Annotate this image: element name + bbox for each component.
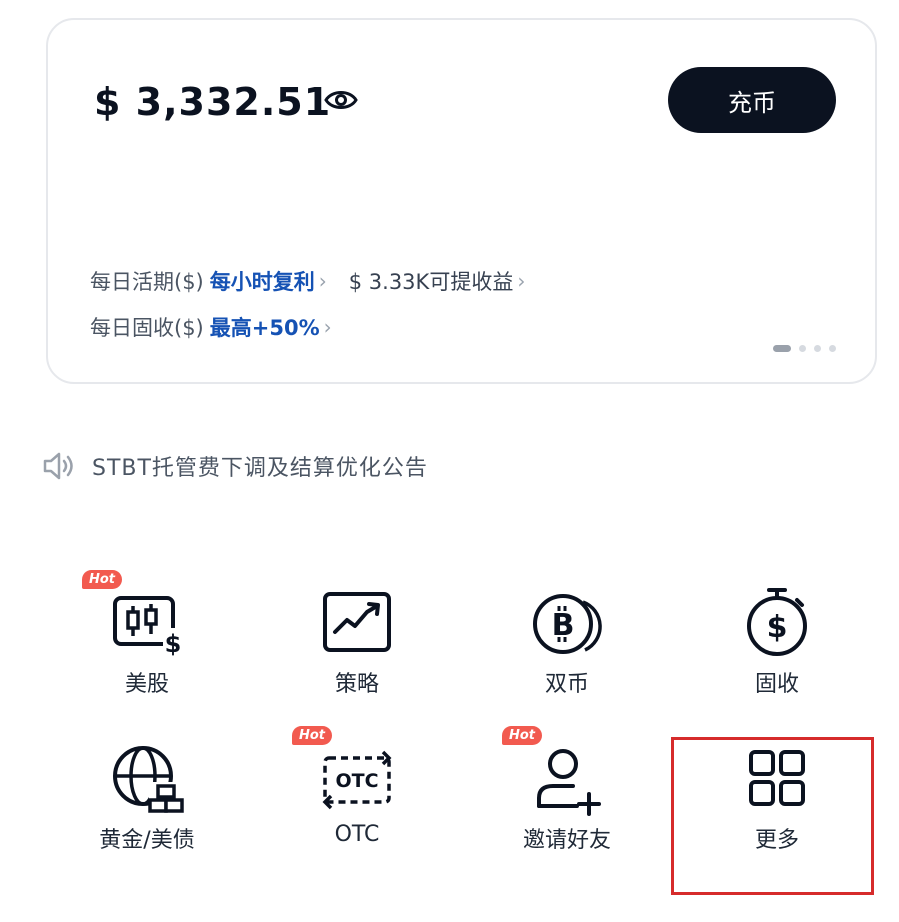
dual-currency-bitcoin-icon: B	[533, 594, 602, 654]
svg-text:OTC: OTC	[335, 770, 378, 792]
menu-label: 策略	[334, 672, 379, 697]
menu-otc[interactable]: OTC Hot OTC	[292, 726, 422, 876]
otc-exchange-icon: OTC	[322, 750, 392, 810]
menu-label: 黄金/美债	[99, 828, 195, 853]
flexible-savings-row[interactable]: 每日活期($) 每小时复利 › $ 3.33K可提收益 ›	[90, 266, 525, 296]
menu-gold-treasury[interactable]: 黄金/美债	[82, 726, 212, 876]
menu-label: 美股	[124, 672, 169, 697]
menu-invite-friends[interactable]: Hot 邀请好友	[502, 726, 632, 876]
gold-globe-icon	[113, 746, 184, 814]
menu-label: 双币	[544, 672, 589, 697]
us-stock-candlestick-icon: $	[113, 596, 183, 658]
withdrawable-earnings[interactable]: $ 3.33K可提收益	[349, 266, 514, 296]
fixed-income-label: 每日固收($)	[90, 316, 204, 340]
speaker-icon	[43, 452, 73, 480]
asset-card: $ 3,332.51 充币 每日活期($) 每小时复利 › $ 3.33K可提收…	[46, 18, 877, 384]
hot-badge: Hot	[292, 726, 333, 745]
strategy-chart-icon	[323, 592, 391, 652]
total-balance: $ 3,332.51	[94, 80, 332, 124]
menu-fixed-income[interactable]: $ 固收	[712, 570, 842, 720]
chevron-right-icon: ›	[517, 269, 526, 293]
carousel-dot[interactable]	[814, 345, 821, 352]
fixed-income-stopwatch-icon: $	[747, 588, 807, 656]
carousel-dot-active[interactable]	[773, 345, 791, 352]
announcement-bar[interactable]: STBT托管费下调及结算优化公告	[42, 450, 428, 482]
menu-dual-currency[interactable]: B 双币	[502, 570, 632, 720]
carousel-indicator	[773, 345, 836, 352]
eye-icon[interactable]	[324, 88, 358, 112]
chevron-right-icon: ›	[318, 269, 327, 293]
fixed-income-row[interactable]: 每日固收($) 最高+50% ›	[90, 312, 332, 342]
chevron-right-icon: ›	[323, 315, 332, 339]
max-rate-link[interactable]: 最高+50%	[210, 312, 320, 342]
svg-text:B: B	[552, 608, 575, 643]
deposit-button[interactable]: 充币	[668, 67, 836, 133]
menu-us-stocks[interactable]: $ Hot 美股	[82, 570, 212, 720]
carousel-dot[interactable]	[799, 345, 806, 352]
carousel-dot[interactable]	[829, 345, 836, 352]
menu-strategy[interactable]: 策略	[292, 570, 422, 720]
hot-badge: Hot	[82, 570, 123, 589]
menu-label: OTC	[334, 822, 380, 847]
hourly-compound-link[interactable]: 每小时复利	[210, 266, 315, 296]
menu-label: 固收	[754, 672, 799, 697]
svg-text:$: $	[165, 630, 182, 658]
announcement-text: STBT托管费下调及结算优化公告	[92, 456, 428, 481]
hot-badge: Hot	[502, 726, 543, 745]
menu-label: 邀请好友	[522, 828, 611, 853]
invite-user-icon	[537, 749, 601, 816]
flexible-savings-label: 每日活期($)	[90, 270, 204, 294]
highlight-box	[671, 737, 874, 895]
svg-text:$: $	[767, 610, 788, 645]
